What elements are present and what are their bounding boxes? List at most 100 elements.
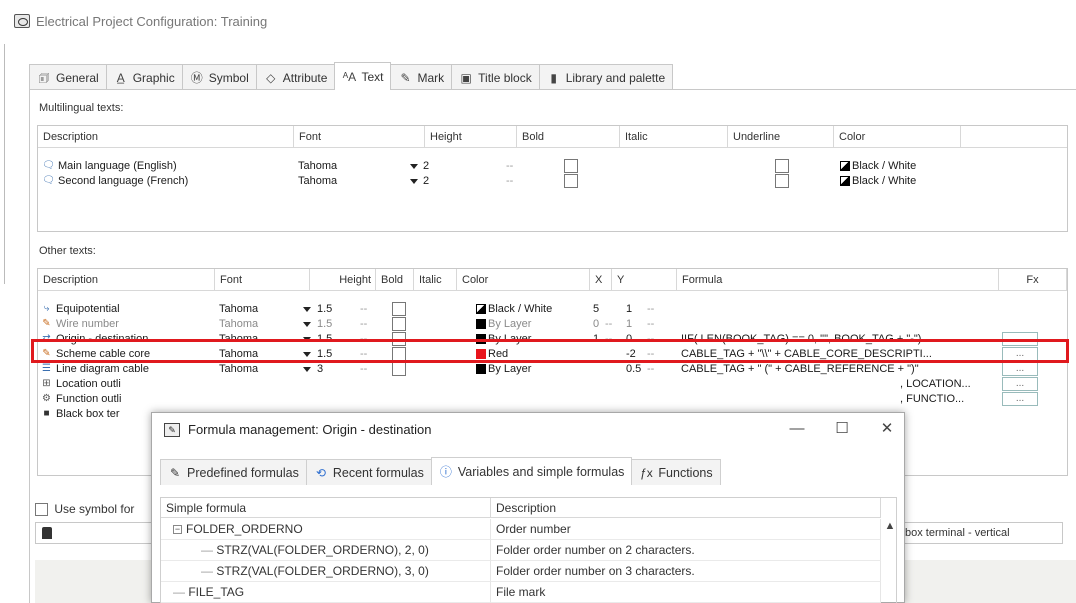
header-fx[interactable]: Fx — [999, 269, 1067, 291]
use-symbol-checkbox[interactable] — [35, 503, 48, 517]
font-dropdown[interactable] — [302, 347, 314, 362]
formula-edit-button[interactable]: ... — [1002, 392, 1038, 406]
header-font[interactable]: Font — [294, 126, 425, 148]
tab-general[interactable]: 🗊 General — [29, 64, 107, 90]
dialog-tab-recent-formulas[interactable]: ⟲ Recent formulas — [305, 459, 432, 485]
checkbox[interactable] — [392, 302, 406, 317]
dialog-tab-variables-and-simple-formulas[interactable]: ⓘ Variables and simple formulas — [430, 457, 633, 485]
table-row[interactable]: ✎ Scheme cable core Tahoma 1.5 -- Red -2 -- CABL… — [38, 347, 1067, 362]
underline-checkbox[interactable] — [775, 174, 791, 189]
header-height[interactable]: Height — [425, 126, 517, 148]
header-x[interactable]: X — [590, 269, 612, 291]
formula-value[interactable]: , FUNCTIO... — [900, 392, 998, 407]
tab-symbol[interactable]: Ⓜ Symbol — [181, 64, 257, 90]
height-value[interactable]: 2 — [423, 174, 463, 189]
bold-checkbox[interactable] — [392, 332, 408, 347]
table-row[interactable]: 🗨 Main language (English) Tahoma 2 -- Black /… — [38, 159, 1067, 174]
bold-checkbox[interactable] — [392, 362, 408, 377]
color-value[interactable]: By Layer — [476, 332, 588, 347]
color-value[interactable]: Black / White — [840, 159, 970, 174]
header-bold[interactable]: Bold — [517, 126, 620, 148]
color-value[interactable]: Red — [476, 347, 588, 362]
symbol-preview-box[interactable] — [35, 522, 155, 544]
list-item[interactable]: — FILE_TAG File mark — [161, 582, 881, 603]
color-value[interactable]: By Layer — [476, 317, 588, 332]
table-row[interactable]: ⚙ Function outli , FUNCTIO...... — [38, 392, 1067, 407]
checkbox[interactable] — [392, 332, 406, 347]
header-simple-formula[interactable]: Simple formula — [161, 498, 491, 518]
table-row[interactable]: ⇄ Origin - destination Tahoma 1.5 -- By Layer… — [38, 332, 1067, 347]
bold-checkbox[interactable] — [564, 174, 580, 189]
font-dropdown[interactable] — [302, 362, 314, 377]
font-dropdown[interactable] — [302, 302, 314, 317]
dialog-tab-predefined-formulas[interactable]: ✎ Predefined formulas — [160, 459, 307, 485]
formula-value[interactable]: CABLE_TAG + "\\" + CABLE_CORE_DESCRIPTI.… — [681, 347, 999, 362]
header-height[interactable]: Height — [310, 269, 376, 291]
checkbox[interactable] — [564, 174, 578, 189]
header-font[interactable]: Font — [215, 269, 310, 291]
x-value[interactable]: 1 — [593, 332, 605, 347]
height-value[interactable]: 1.5 — [317, 302, 343, 317]
formula-edit-button[interactable]: ... — [1002, 332, 1038, 346]
header-underline[interactable]: Underline — [728, 126, 834, 148]
x-value[interactable] — [593, 362, 605, 377]
list-item[interactable]: — STRZ(VAL(FOLDER_ORDERNO), 3, 0) Folder … — [161, 561, 881, 582]
symbol-combo[interactable]: box terminal - vertical — [898, 522, 1063, 544]
x-value[interactable] — [593, 347, 605, 362]
tab-mark[interactable]: ✎ Mark — [390, 64, 453, 90]
table-row[interactable]: ☰ Line diagram cable Tahoma 3 -- By Layer 0.5-… — [38, 362, 1067, 377]
y-value[interactable]: 1 — [626, 317, 648, 332]
color-value[interactable]: Black / White — [840, 174, 970, 189]
color-value[interactable]: By Layer — [476, 362, 588, 377]
tab-title-block[interactable]: ▣ Title block — [451, 64, 540, 90]
header-description[interactable]: Description — [38, 269, 215, 291]
bold-checkbox[interactable] — [392, 302, 408, 317]
font-dropdown[interactable] — [302, 317, 314, 332]
formula-value[interactable]: CABLE_TAG + " (" + CABLE_REFERENCE + ")" — [681, 362, 999, 377]
y-value[interactable]: -2 — [626, 347, 648, 362]
x-value[interactable]: 5 — [593, 302, 605, 317]
tab-library-and-palette[interactable]: ▮ Library and palette — [538, 64, 674, 90]
font-dropdown[interactable] — [409, 159, 421, 174]
header-italic[interactable]: Italic — [414, 269, 457, 291]
table-row[interactable]: ⊞ Location outli , LOCATION...... — [38, 377, 1067, 392]
formula-value[interactable]: IIF( LEN(BOOK_TAG) == 0, "", BOOK_TAG + … — [681, 332, 999, 347]
checkbox[interactable] — [392, 362, 406, 377]
tab-graphic[interactable]: A̲ Graphic — [105, 64, 183, 90]
scroll-up-arrow[interactable]: ▲ — [883, 518, 896, 534]
close-button[interactable]: ✕ — [872, 418, 902, 442]
font-dropdown[interactable] — [302, 332, 314, 347]
list-item[interactable]: — STRZ(VAL(FOLDER_ORDERNO), 2, 0) Folder … — [161, 540, 881, 561]
formula-edit-button[interactable]: ... — [1002, 377, 1038, 391]
x-value[interactable]: 0 — [593, 317, 605, 332]
tab-text[interactable]: ᴬA Text — [334, 62, 392, 90]
collapse-toggle-icon[interactable]: − — [173, 525, 182, 535]
color-value[interactable]: Black / White — [476, 302, 588, 317]
header-bold[interactable]: Bold — [376, 269, 414, 291]
underline-checkbox[interactable] — [775, 159, 791, 174]
maximize-button[interactable]: ☐ — [827, 418, 857, 442]
y-value[interactable]: 0.5 — [626, 362, 648, 377]
table-row[interactable]: ⤷ Equipotential Tahoma 1.5 -- Black / White 5 1… — [38, 302, 1067, 317]
y-value[interactable]: 1 — [626, 302, 648, 317]
header-formula[interactable]: Formula — [677, 269, 999, 291]
checkbox[interactable] — [775, 159, 789, 174]
minimize-button[interactable]: — — [782, 418, 812, 442]
use-symbol-option[interactable]: Use symbol for — [35, 502, 134, 517]
table-row[interactable]: 🗨 Second language (French) Tahoma 2 -- Black … — [38, 174, 1067, 189]
height-value[interactable]: 1.5 — [317, 347, 343, 362]
header-y[interactable]: Y — [612, 269, 677, 291]
tab-attribute[interactable]: ◇ Attribute — [255, 64, 336, 90]
height-value[interactable]: 1.5 — [317, 332, 343, 347]
list-item[interactable]: − FOLDER_ORDERNO Order number — [161, 519, 881, 540]
y-value[interactable]: 0 — [626, 332, 648, 347]
formula-edit-button[interactable]: ... — [1002, 347, 1038, 361]
bold-checkbox[interactable] — [392, 347, 408, 362]
header-italic[interactable]: Italic — [620, 126, 728, 148]
table-row[interactable]: ✎ Wire number Tahoma 1.5 -- By Layer 0 -- 1 -- — [38, 317, 1067, 332]
header-color[interactable]: Color — [834, 126, 961, 148]
formula-value[interactable]: , LOCATION... — [900, 377, 998, 392]
formula-edit-button[interactable]: ... — [1002, 362, 1038, 376]
checkbox[interactable] — [775, 174, 789, 189]
height-value[interactable]: 3 — [317, 362, 343, 377]
